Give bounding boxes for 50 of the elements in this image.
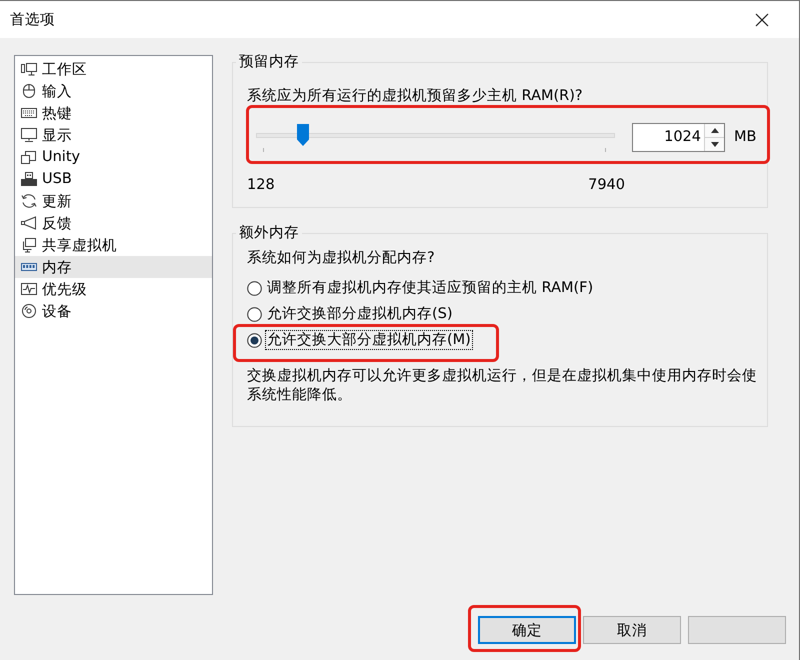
radio-label[interactable]: 调整所有虚拟机内存使其适应预留的主机 RAM(F): [265, 278, 596, 298]
tick-mark: [263, 148, 264, 152]
slider-track[interactable]: [256, 123, 615, 147]
sidebar-item[interactable]: 热键: [15, 102, 212, 124]
radio-button[interactable]: [247, 280, 262, 296]
close-icon: [755, 12, 769, 26]
refresh-icon: [20, 193, 38, 209]
sidebar-item[interactable]: 显示: [15, 124, 212, 146]
stacked-screens-icon: [20, 237, 38, 253]
pulse-monitor-icon: [20, 281, 38, 297]
radio-label[interactable]: 允许交换大部分虚拟机内存(M): [265, 330, 473, 350]
sidebar-item[interactable]: 共享虚拟机: [15, 234, 212, 256]
tick-mark: [605, 148, 606, 152]
sidebar-item[interactable]: 输入: [15, 80, 212, 102]
window-title: 首选项: [10, 10, 55, 30]
caret-up-icon: [710, 128, 718, 133]
sidebar-item[interactable]: 工作区: [15, 58, 212, 80]
section-title: 预留内存: [238, 53, 300, 72]
spin-up-button[interactable]: [705, 124, 724, 137]
dialog-button[interactable]: 取消: [583, 616, 681, 644]
megaphone-icon: [20, 215, 38, 231]
overlapping-squares-icon: [20, 149, 38, 165]
number-field[interactable]: 1024: [632, 123, 725, 152]
monitor-icon: [20, 127, 38, 143]
mouse-icon: [20, 83, 38, 99]
sidebar-item[interactable]: 设备: [15, 300, 212, 322]
disc-icon: [20, 303, 38, 319]
sidebar-item[interactable]: USB: [15, 168, 212, 190]
radio-button[interactable]: [247, 332, 262, 348]
sidebar-item[interactable]: 反馈: [15, 212, 212, 234]
section-title: 额外内存: [238, 224, 300, 243]
range-min-label: 128: [247, 176, 275, 194]
sidebar-item[interactable]: 内存: [15, 256, 212, 278]
radio-button[interactable]: [247, 306, 262, 322]
usb-icon: [20, 171, 38, 187]
monitor-icon: [20, 61, 38, 77]
dialog-button[interactable]: 确定: [478, 616, 576, 644]
description-text: 交换虚拟机内存可以允许更多虚拟机运行，但是在虚拟机集中使用内存时会使系统性能降低。: [247, 367, 758, 405]
range-max-label: 7940: [588, 176, 625, 194]
slider-thumb[interactable]: [296, 124, 309, 146]
radio-label[interactable]: 允许交换部分虚拟机内存(S): [265, 304, 455, 324]
spin-down-button[interactable]: [705, 137, 724, 151]
keyboard-icon: [20, 105, 38, 121]
question-text: 系统如何为虚拟机分配内存?: [247, 249, 436, 267]
question-text: 系统应为所有运行的虚拟机预留多少主机 RAM(R)?: [247, 87, 584, 105]
caret-down-icon: [710, 142, 718, 147]
sidebar-item[interactable]: 优先级: [15, 278, 212, 300]
unit-label: MB: [734, 128, 756, 147]
sidebar-item[interactable]: 更新: [15, 190, 212, 212]
sidebar-item[interactable]: Unity: [15, 146, 212, 168]
